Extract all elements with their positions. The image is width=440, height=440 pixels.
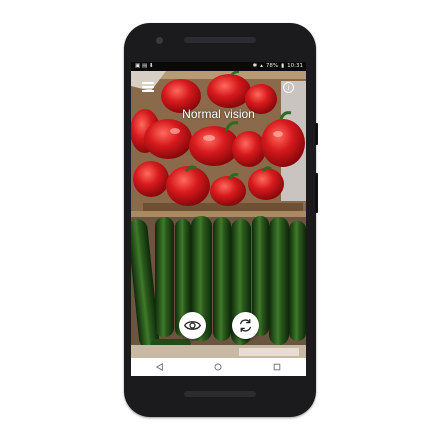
hamburger-menu-icon[interactable]: [142, 82, 154, 92]
status-bar: ▣ ▤ ⬇ ✱ ▴ 78% ▮ 10:31: [131, 62, 306, 71]
phone-screen: ▣ ▤ ⬇ ✱ ▴ 78% ▮ 10:31 i Normal vision: [131, 62, 306, 376]
triangle-back-icon: [156, 363, 164, 371]
bottom-speaker: [184, 391, 256, 397]
clock: 10:31: [287, 63, 303, 69]
signal-icon: ▴: [260, 63, 263, 69]
back-button[interactable]: [151, 358, 169, 376]
switch-camera-button[interactable]: [232, 312, 259, 339]
vision-mode-title: Normal vision: [182, 107, 255, 121]
volume-button: [315, 173, 318, 213]
top-speaker: [184, 37, 256, 43]
eye-icon: [184, 321, 201, 330]
navigation-bar: [131, 358, 306, 376]
notification-icons: ▣ ▤ ⬇: [135, 63, 154, 69]
battery-level: 78%: [265, 63, 279, 69]
power-button: [315, 123, 318, 145]
home-button[interactable]: [209, 358, 227, 376]
switch-camera-icon: [239, 319, 252, 332]
zucchinis: [131, 216, 306, 349]
info-icon[interactable]: i: [283, 82, 294, 93]
recents-button[interactable]: [268, 358, 286, 376]
vision-mode-button[interactable]: [179, 312, 206, 339]
bluetooth-icon: ✱: [252, 63, 258, 69]
square-recents-icon: [273, 363, 281, 371]
front-camera: [156, 37, 163, 44]
circle-home-icon: [214, 363, 223, 371]
battery-icon: ▮: [281, 63, 285, 69]
